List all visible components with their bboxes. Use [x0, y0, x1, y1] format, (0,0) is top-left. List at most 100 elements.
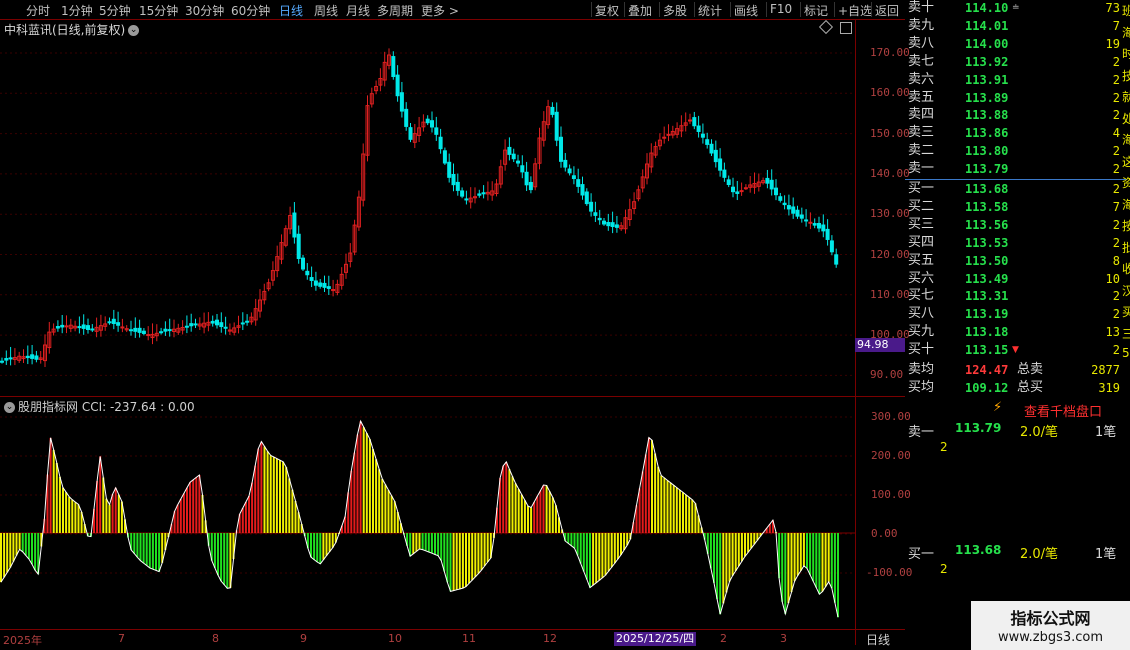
orderbook-row-bid[interactable]: 买九 113.18 13 [905, 323, 1130, 341]
orderbook-row-ask[interactable]: 卖三 113.86 4 [905, 124, 1130, 142]
level-price: 113.89 [965, 90, 1009, 105]
level-volume: 19 [1105, 36, 1120, 51]
candle-down [322, 282, 327, 288]
orderbook-row-bid[interactable]: 买一 113.68 2 [905, 180, 1130, 198]
candle-down [305, 270, 310, 276]
candle-down [116, 322, 121, 326]
level-price: 113.91 [965, 72, 1009, 87]
chevron-down-icon[interactable]: ⌄ [4, 402, 15, 413]
date-axis-label: 11 [462, 632, 476, 645]
level-label: 卖十 [908, 0, 935, 15]
candle-down [602, 220, 606, 225]
side-strip-char: 海 [1122, 25, 1130, 40]
candle-down [111, 318, 116, 325]
level-volume: 2 [1112, 217, 1120, 232]
orderbook-row-ask[interactable]: 卖七 113.92 2 [905, 53, 1130, 71]
orderbook-avg-row: 买均 109.12 总买 319 [905, 379, 1130, 397]
level-price: 113.68 [965, 182, 1009, 196]
side-strip-char: 班 [1122, 4, 1130, 18]
qq-sell1-label: 卖一 [908, 425, 935, 440]
orderbook-row-bid[interactable]: 买十 113.15 2 ▼ [905, 341, 1130, 359]
candle-down [425, 118, 430, 124]
level-label: 卖七 [908, 53, 935, 69]
price-axis-label: 90.00 [870, 368, 904, 382]
orderbook-row-ask[interactable]: 卖二 113.80 2 [905, 142, 1130, 160]
indicator-title: ⌄ 股朋指标网 CCI: -237.64 : 0.00 [4, 398, 195, 415]
level-volume: 2 [1112, 162, 1120, 177]
qq-buy1-price: 113.68 [955, 543, 1002, 557]
candle-up [808, 221, 813, 224]
candle-down [528, 181, 533, 191]
orderbook-row-bid[interactable]: 买八 113.19 2 [905, 305, 1130, 323]
candle-down [700, 133, 705, 138]
candle-down [696, 125, 701, 132]
level-price: 114.00 [965, 36, 1009, 51]
level-label: 卖一 [908, 161, 935, 177]
candle-down [799, 214, 804, 219]
level-price: 113.80 [965, 144, 1009, 159]
view-level2-link[interactable]: 查看千档盘口 [1024, 401, 1102, 420]
candle-down [129, 329, 133, 332]
candle-down [447, 161, 452, 178]
candle-down [133, 327, 138, 332]
candle-down [430, 120, 434, 128]
orderbook-row-bid[interactable]: 买六 113.49 10 [905, 270, 1130, 288]
candle-down [189, 323, 194, 327]
price-axis-label: 110.00 [870, 287, 910, 301]
orderbook-row-ask[interactable]: 卖四 113.88 2 [905, 106, 1130, 124]
orderbook-row-ask[interactable]: 卖六 113.91 2 [905, 71, 1130, 89]
side-strip-char: 收 [1122, 262, 1130, 276]
orderbook-row-bid[interactable]: 买四 113.53 2 [905, 234, 1130, 252]
candle-down [438, 136, 443, 150]
level-label: 买八 [908, 306, 935, 322]
candle-down [507, 146, 512, 155]
watermark: 指标公式网 www.zbgs3.com [971, 601, 1130, 650]
candle-down [163, 328, 168, 332]
level-volume: 2 [1112, 289, 1120, 304]
total-label: 总卖 [1017, 362, 1044, 377]
orderbook-row-bid[interactable]: 买二 113.58 7 [905, 198, 1130, 216]
date-axis-label: 10 [388, 632, 402, 645]
orderbook-row-bid[interactable]: 买五 113.50 8 [905, 252, 1130, 270]
level-label: 买二 [908, 198, 935, 214]
qq-sell1-price: 113.79 [955, 421, 1002, 435]
candle-down [301, 257, 305, 270]
orderbook-row-bid[interactable]: 买三 113.56 2 [905, 216, 1130, 234]
level-volume: 2 [1112, 54, 1120, 69]
date-axis-label: 7 [118, 632, 125, 645]
level-volume: 8 [1112, 253, 1120, 268]
candle-down [184, 325, 189, 328]
candle-down [391, 56, 396, 77]
watermark-title: 指标公式网 [1010, 609, 1091, 628]
candle-down [520, 165, 525, 173]
candle-down [210, 320, 215, 324]
candle-down [90, 328, 95, 331]
orderbook-row-ask[interactable]: 卖一 113.79 2 [905, 160, 1130, 178]
price-axis-label: 140.00 [870, 166, 910, 180]
level-label: 卖四 [908, 107, 935, 123]
total-volume: 319 [1098, 381, 1120, 395]
orderbook-row-ask[interactable]: 卖十 114.10 73 ≐ [905, 0, 1130, 17]
candle-down [774, 187, 778, 196]
level-volume: 7 [1112, 199, 1120, 214]
price-axis-label: 120.00 [870, 247, 910, 261]
candle-down [455, 181, 460, 191]
orderbook-row-ask[interactable]: 卖九 114.01 7 [905, 17, 1130, 35]
orderbook-row-ask[interactable]: 卖五 113.89 2 [905, 89, 1130, 107]
orderbook-avg-row: 卖均 124.47 总卖 2877 [905, 361, 1130, 379]
candle-down [481, 192, 486, 195]
side-strip-char: 海 [1122, 197, 1130, 212]
price-chart[interactable] [0, 0, 905, 650]
cycle-label[interactable]: 日线 [866, 631, 890, 648]
candle-down [25, 355, 30, 359]
level-label: 卖二 [908, 143, 935, 159]
candle-down [215, 319, 219, 326]
orderbook-row-bid[interactable]: 买七 113.31 2 [905, 287, 1130, 305]
qq-buy1-per: 2.0/笔 [1020, 547, 1059, 562]
orderbook-row-ask[interactable]: 卖八 114.00 19 [905, 35, 1130, 53]
candle-down [399, 92, 404, 112]
candle-down [584, 191, 589, 205]
qq-sell1-per: 2.0/笔 [1020, 425, 1059, 440]
side-strip-char: 就 [1122, 90, 1130, 104]
level-label: 卖九 [908, 17, 935, 33]
